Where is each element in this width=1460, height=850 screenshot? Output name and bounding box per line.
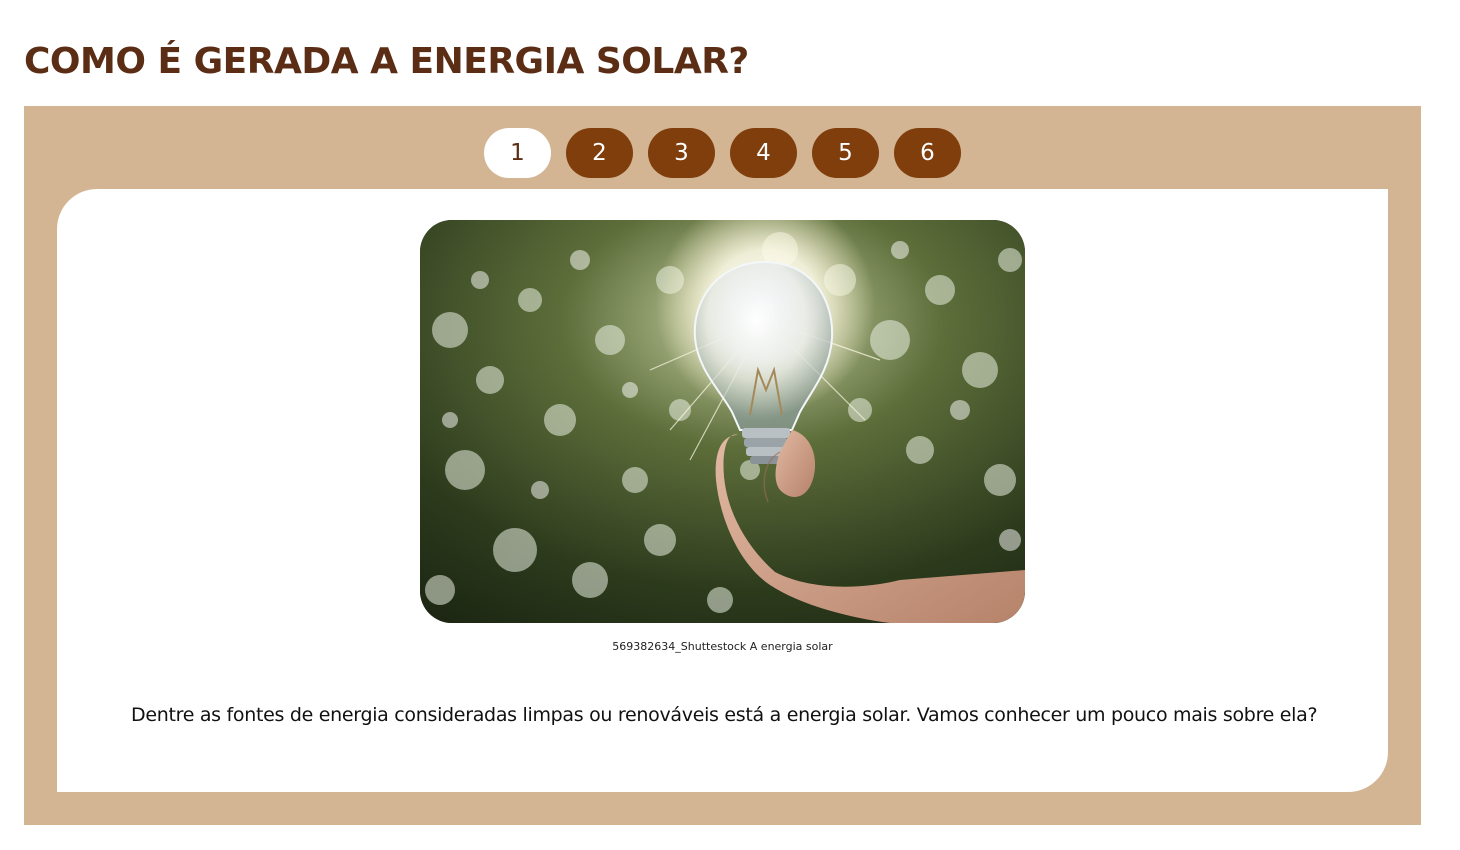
light-bulb-photo	[420, 220, 1025, 623]
slide-tab-1[interactable]: 1	[484, 128, 551, 178]
image-caption: 569382634_Shuttestock A energia solar	[612, 640, 833, 653]
slide-tab-6[interactable]: 6	[894, 128, 961, 178]
page-title: COMO É GERADA A ENERGIA SOLAR?	[24, 41, 749, 82]
slide-tab-4[interactable]: 4	[730, 128, 797, 178]
slide-panel: 569382634_Shuttestock A energia solar De…	[57, 189, 1388, 792]
slide-tab-2[interactable]: 2	[566, 128, 633, 178]
slide-tabs: 1 2 3 4 5 6	[484, 128, 961, 178]
slide-tab-3[interactable]: 3	[648, 128, 715, 178]
slide-tab-5[interactable]: 5	[812, 128, 879, 178]
image-carousel: 1 2 3 4 5 6 569382634_Shuttestock A ener…	[24, 106, 1421, 825]
slide-text: Dentre as fontes de energia consideradas…	[131, 704, 1318, 726]
